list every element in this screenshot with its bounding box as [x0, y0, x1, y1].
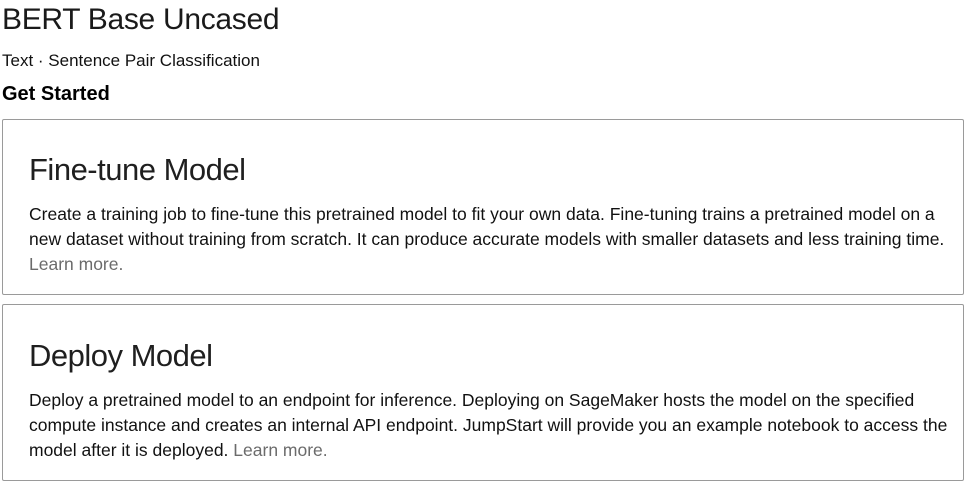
deploy-model-description: Deploy a pretrained model to an endpoint…	[29, 388, 949, 463]
deploy-model-description-text: Deploy a pretrained model to an endpoint…	[29, 390, 948, 460]
deploy-learn-more-link[interactable]: Learn more.	[233, 440, 327, 460]
deploy-model-card[interactable]: Deploy Model Deploy a pretrained model t…	[2, 304, 964, 481]
fine-tune-model-title: Fine-tune Model	[29, 152, 246, 187]
fine-tune-learn-more-link[interactable]: Learn more.	[29, 254, 123, 274]
page-title: BERT Base Uncased	[2, 3, 280, 36]
fine-tune-model-card[interactable]: Fine-tune Model Create a training job to…	[2, 119, 964, 295]
model-category-subtitle: Text · Sentence Pair Classification	[2, 51, 260, 70]
deploy-model-title: Deploy Model	[29, 338, 213, 373]
fine-tune-model-description: Create a training job to fine-tune this …	[29, 202, 949, 277]
fine-tune-model-description-text: Create a training job to fine-tune this …	[29, 204, 945, 249]
get-started-heading: Get Started	[2, 83, 110, 105]
